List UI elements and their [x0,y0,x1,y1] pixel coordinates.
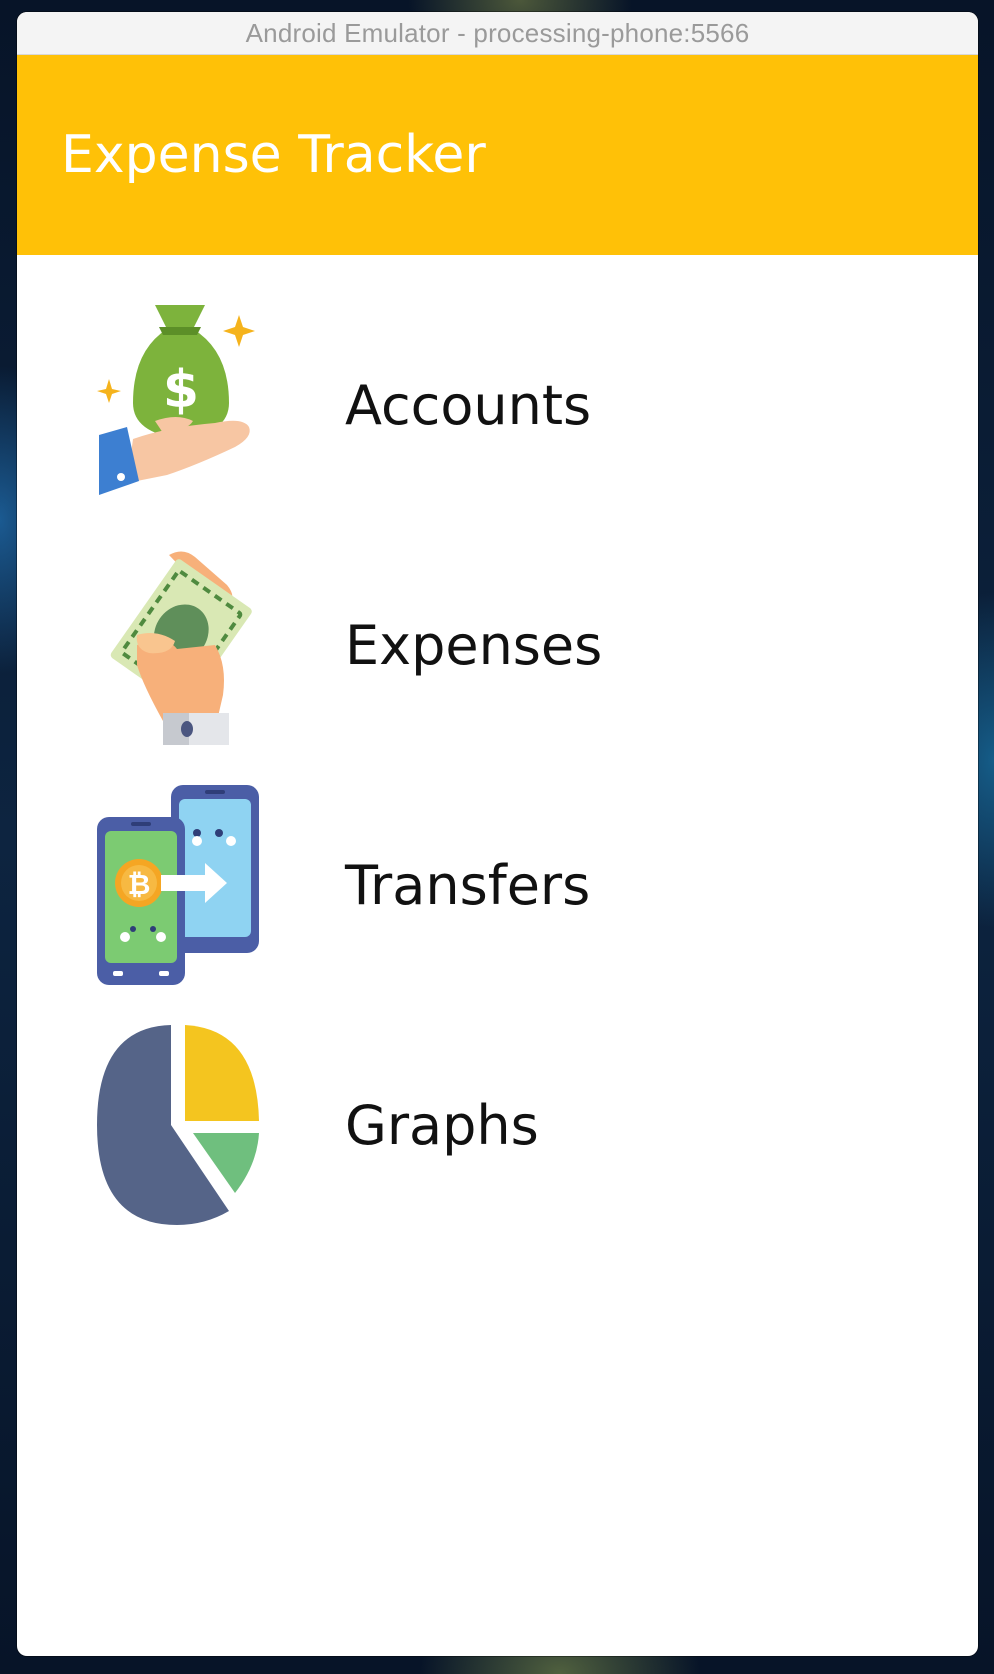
menu-item-label: Transfers [345,853,591,917]
menu-list: $ Accounts Expenses ₿ Transfers Graphs [17,255,978,1245]
svg-text:₿: ₿ [128,868,151,901]
menu-item-graphs[interactable]: Graphs [17,1005,978,1245]
cash-in-hand-icon [97,545,265,745]
menu-item-label: Accounts [345,373,592,437]
app-title: Expense Tracker [61,125,486,185]
menu-item-transfers[interactable]: ₿ Transfers [17,765,978,1005]
app-bar: Expense Tracker [17,55,978,255]
window-title: Android Emulator - processing-phone:5566 [245,17,750,48]
menu-item-expenses[interactable]: Expenses [17,525,978,765]
svg-text:$: $ [163,360,199,420]
emulator-window: Android Emulator - processing-phone:5566… [17,12,978,1656]
money-bag-hand-icon: $ [97,305,265,505]
pie-chart-icon [97,1025,265,1225]
menu-item-label: Graphs [345,1093,539,1157]
phone-transfer-icon: ₿ [97,785,265,985]
menu-item-accounts[interactable]: $ Accounts [17,285,978,525]
window-titlebar[interactable]: Android Emulator - processing-phone:5566 [17,12,978,55]
menu-item-label: Expenses [345,613,603,677]
